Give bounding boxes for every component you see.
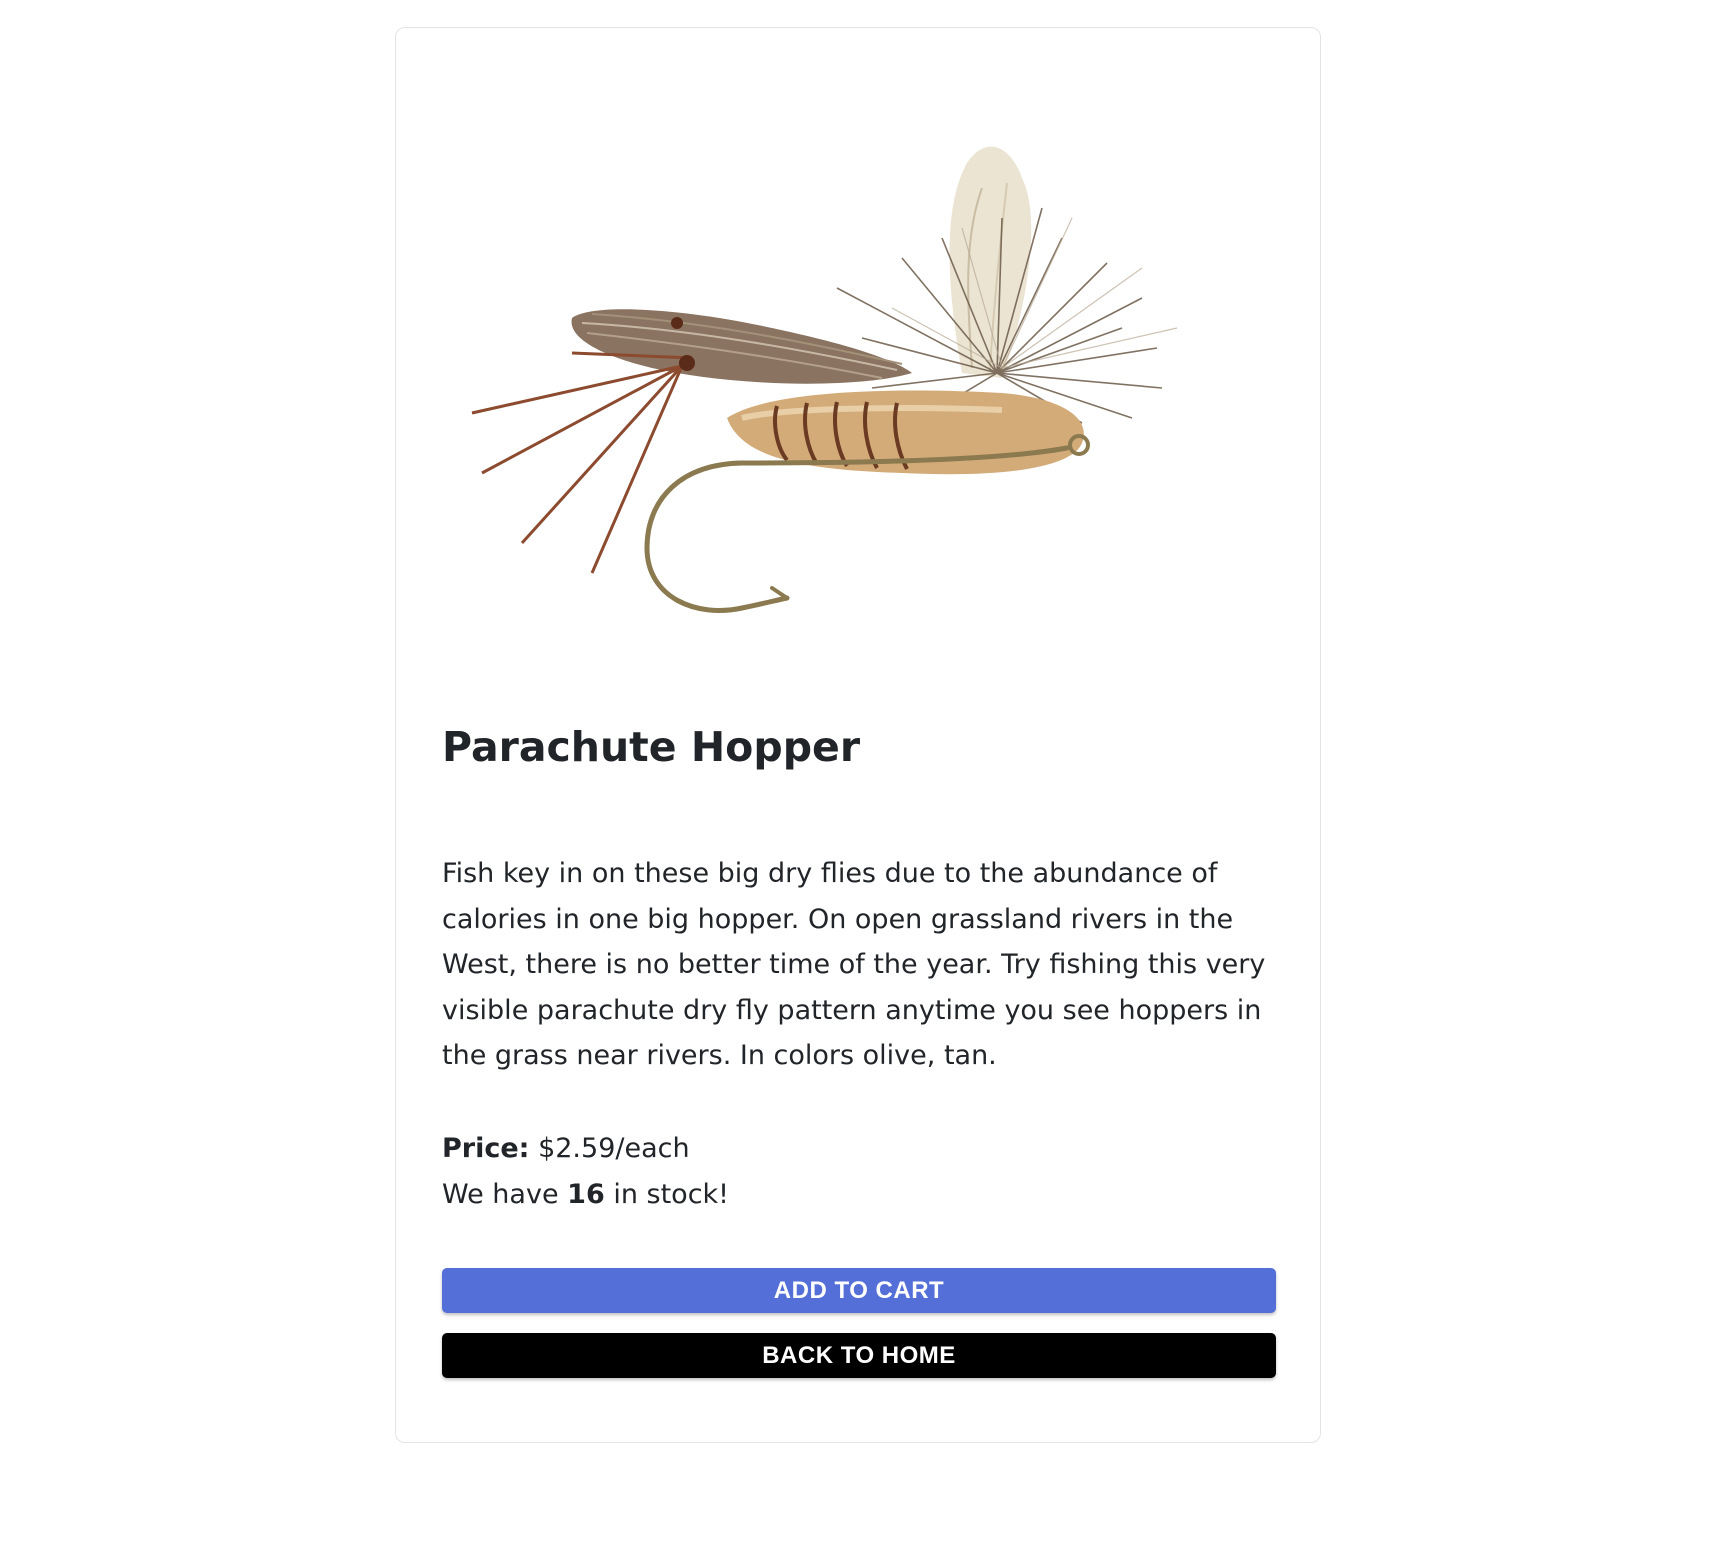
fly-legs [471, 317, 695, 574]
back-to-home-button[interactable]: BACK TO HOME [442, 1333, 1276, 1378]
price-label: Price: [442, 1133, 530, 1164]
add-to-cart-button[interactable]: ADD TO CART [442, 1268, 1276, 1313]
product-title: Parachute Hopper [442, 723, 861, 771]
fly-wing-case [571, 309, 912, 384]
product-description: Fish key in on these big dry flies due t… [442, 858, 1266, 1071]
stock-suffix: in stock! [613, 1179, 730, 1210]
stock-prefix: We have [442, 1179, 559, 1210]
stock-count: 16 [567, 1179, 605, 1210]
product-card: Parachute Hopper Fish key in on these bi… [395, 27, 1321, 1443]
product-image [442, 88, 1276, 648]
fly-wing-post [949, 146, 1032, 378]
stock-line: We have 16 in stock! [442, 1172, 729, 1218]
price-line: Price: $2.59/each [442, 1126, 690, 1172]
price-value: $2.59/each [538, 1133, 690, 1164]
